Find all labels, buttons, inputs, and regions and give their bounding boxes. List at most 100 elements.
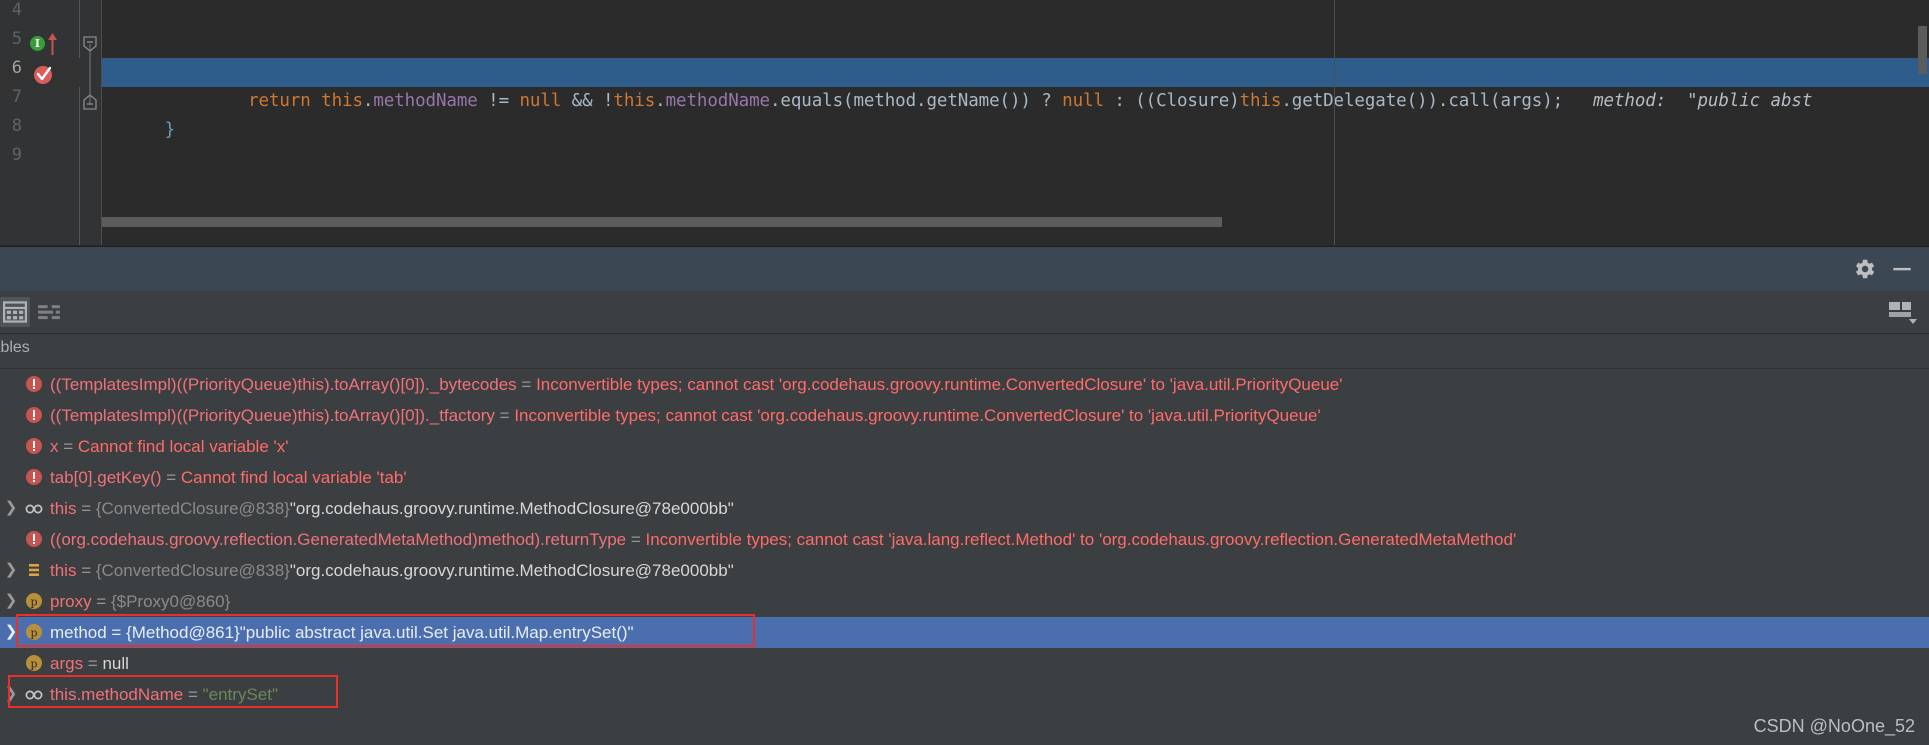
svg-text:p: p: [30, 627, 37, 640]
watch-oo-icon: [24, 684, 44, 704]
expand-chevron-icon[interactable]: ❯: [3, 497, 19, 519]
code-line-7[interactable]: }: [102, 87, 176, 140]
gutter-line-8[interactable]: 8: [0, 116, 80, 145]
equals-sign: =: [83, 654, 103, 673]
gutter-line-5[interactable]: 5 I: [0, 29, 80, 58]
editor-gutter[interactable]: 4 5 I 6 7 8 9: [0, 0, 80, 245]
code-token-return: return: [164, 91, 322, 111]
row-content: tab[0].getKey() = Cannot find local vari…: [50, 462, 407, 493]
equals-sign: =: [76, 499, 96, 518]
line-number: 8: [11, 116, 22, 136]
table-row[interactable]: ❯ p proxy = {$Proxy0@860}: [0, 586, 1929, 617]
error-icon: [24, 467, 44, 487]
table-row[interactable]: ❯ this = {ConvertedClosure@838}"org.code…: [0, 493, 1929, 524]
variable-ref: {ConvertedClosure@838}: [95, 499, 290, 518]
equals-sign: =: [58, 437, 78, 456]
code-token-dot-1: .: [362, 91, 374, 111]
table-row[interactable]: p args = null: [0, 648, 1929, 679]
code-token-this-3: this: [1239, 91, 1282, 111]
table-row[interactable]: x = Cannot find local variable 'x': [0, 431, 1929, 462]
implementing-method-icon[interactable]: I: [30, 36, 45, 51]
variable-name: tab[0].getKey(): [50, 468, 162, 487]
parameter-icon: p: [24, 653, 44, 673]
code-token-null-1: null: [519, 91, 562, 111]
variable-ref: {Method@861}: [126, 623, 240, 642]
row-content: this.methodName = "entrySet": [50, 679, 278, 710]
variable-value: Inconvertible types; cannot cast 'java.l…: [645, 530, 1517, 549]
code-line-6[interactable]: return this.methodName != null && !this.…: [102, 58, 1929, 111]
line-number: 4: [11, 0, 22, 20]
variable-name: ((org.codehaus.groovy.reflection.Generat…: [50, 530, 627, 549]
variable-ref: {$Proxy0@860}: [110, 592, 231, 611]
field-list-icon: [24, 560, 44, 580]
editor-hscrollbar[interactable]: [102, 217, 1909, 227]
variables-toolbar: [0, 291, 1929, 334]
table-row[interactable]: ((org.codehaus.groovy.reflection.Generat…: [0, 524, 1929, 555]
table-row[interactable]: ((TemplatesImpl)((PriorityQueue)this).to…: [0, 369, 1929, 400]
code-token-neq: !=: [477, 91, 520, 111]
variable-value: "public abstract java.util.Set java.util…: [239, 623, 634, 642]
watch-oo-icon: [24, 498, 44, 518]
table-row[interactable]: ((TemplatesImpl)((PriorityQueue)this).to…: [0, 400, 1929, 431]
line-number: 9: [11, 145, 22, 165]
variables-list[interactable]: ((TemplatesImpl)((PriorityQueue)this).to…: [0, 369, 1929, 745]
expand-chevron-icon[interactable]: ❯: [3, 683, 19, 705]
settings-gear-icon[interactable]: [1851, 256, 1877, 282]
code-token-close-brace: }: [164, 120, 176, 140]
svg-text:p: p: [30, 596, 37, 609]
table-row[interactable]: ❯ p method = {Method@861}"public abstrac…: [0, 617, 1929, 648]
editor-hscrollbar-thumb[interactable]: [102, 217, 1222, 227]
variable-value: "org.codehaus.groovy.runtime.MethodClosu…: [289, 499, 734, 518]
layout-settings-icon[interactable]: [1887, 299, 1921, 325]
variables-tab-strip: iables: [0, 334, 1929, 369]
override-arrow-icon[interactable]: [47, 33, 58, 55]
variable-value: Inconvertible types; cannot cast 'org.co…: [514, 406, 1321, 425]
line-number: 6: [11, 58, 22, 78]
code-token-this-1: this: [321, 91, 363, 111]
minimize-icon[interactable]: [1889, 256, 1915, 282]
variable-value: Inconvertible types; cannot cast 'org.co…: [536, 375, 1343, 394]
sort-variables-icon[interactable]: [34, 297, 64, 327]
code-token-methodname-1: methodName: [373, 91, 478, 111]
equals-sign: =: [494, 406, 515, 425]
variable-value: "entrySet": [202, 685, 278, 704]
gutter-line-7[interactable]: 7: [0, 87, 80, 116]
tab-variables[interactable]: iables: [0, 339, 30, 357]
equals-sign: =: [516, 375, 537, 394]
code-text-area[interactable]: public Object invokeCustom(Object proxy,…: [102, 0, 1929, 245]
debug-panel-header: [0, 246, 1929, 291]
table-row[interactable]: tab[0].getKey() = Cannot find local vari…: [0, 462, 1929, 493]
expand-chevron-icon[interactable]: ❯: [3, 621, 19, 643]
equals-sign: =: [91, 592, 111, 611]
row-content: ((org.codehaus.groovy.reflection.Generat…: [50, 524, 1516, 555]
table-row[interactable]: ❯ this = {ConvertedClosure@838}"org.code…: [0, 555, 1929, 586]
gutter-line-4[interactable]: 4: [0, 0, 80, 29]
line-number: 5: [11, 29, 22, 49]
row-content: this = {ConvertedClosure@838}"org.codeha…: [50, 555, 734, 586]
gutter-line-9[interactable]: 9: [0, 145, 80, 174]
editor-vscrollbar-thumb[interactable]: [1918, 26, 1927, 74]
row-content: ((TemplatesImpl)((PriorityQueue)this).to…: [50, 400, 1321, 431]
gutter-line-6[interactable]: 6: [0, 58, 80, 87]
code-editor[interactable]: 4 5 I 6 7 8 9 return this.methodName != …: [0, 0, 1929, 245]
variable-name: x: [50, 437, 59, 456]
equals-sign: =: [626, 530, 646, 549]
row-content: proxy = {$Proxy0@860}: [50, 586, 230, 617]
expand-chevron-icon[interactable]: ❯: [3, 559, 19, 581]
expand-chevron-icon[interactable]: ❯: [3, 590, 19, 612]
code-token-getdelegate: .getDelegate()).call(args);: [1281, 91, 1564, 111]
variable-name: proxy: [50, 592, 92, 611]
equals-sign: =: [161, 468, 181, 487]
breakpoint-verified-icon[interactable]: [33, 64, 52, 84]
row-content: ((TemplatesImpl)((PriorityQueue)this).to…: [50, 369, 1342, 400]
fold-gutter[interactable]: [80, 0, 102, 245]
inline-hint-method-2: method: "public abst: [1593, 91, 1813, 111]
variable-name: method: [50, 623, 107, 642]
error-icon: [24, 374, 44, 394]
row-content: method = {Method@861}"public abstract ja…: [50, 617, 634, 648]
view-as-table-icon[interactable]: [0, 297, 30, 327]
variable-name: this: [50, 499, 77, 518]
table-row[interactable]: ❯ this.methodName = "entrySet": [0, 679, 1929, 710]
row-content: this = {ConvertedClosure@838}"org.codeha…: [50, 493, 734, 524]
code-line-5[interactable]: public Object invokeCustom(Object proxy,…: [102, 29, 1777, 82]
